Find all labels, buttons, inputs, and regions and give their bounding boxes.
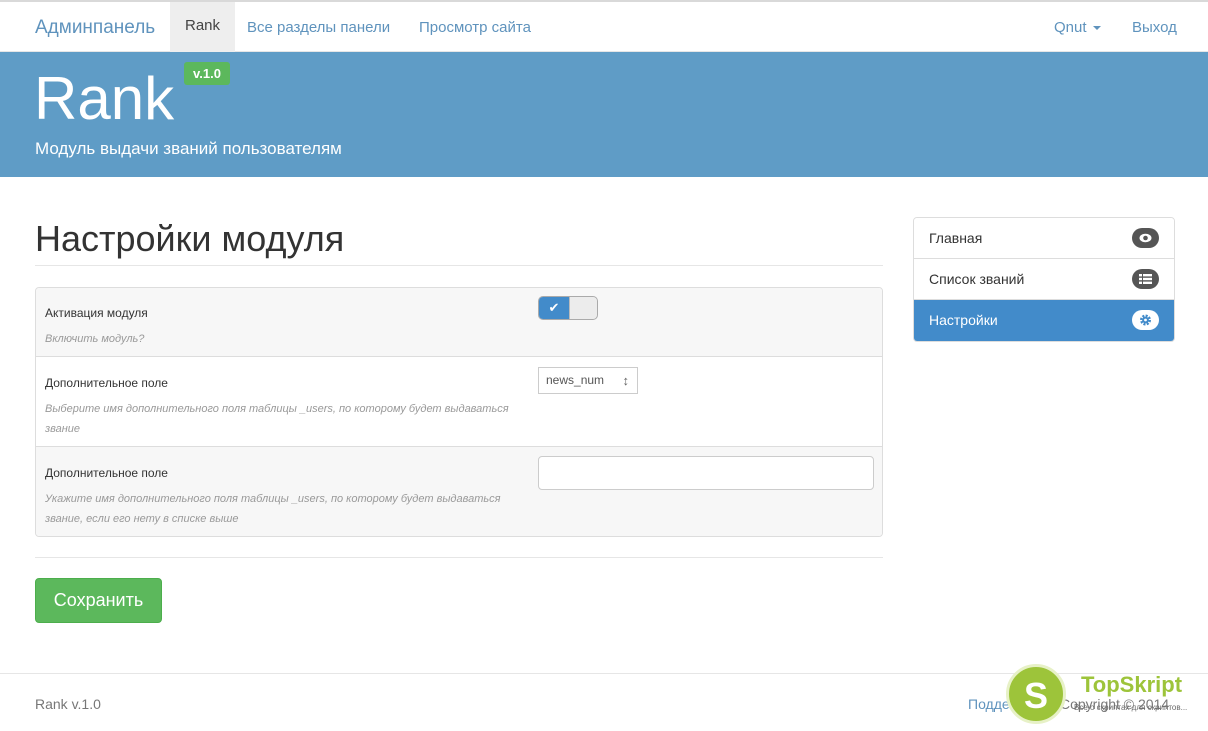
save-button[interactable]: Сохранить (35, 578, 162, 623)
watermark-tagline: Все о скриптах для скриптов... (1074, 703, 1188, 712)
settings-row-activation: Активация модуля Включить модуль? ✔ (36, 288, 882, 357)
sidebar-item-ranks[interactable]: Список званий (914, 259, 1174, 300)
form-divider (35, 557, 883, 558)
setting-hint: Выберите имя дополнительного поля таблиц… (45, 403, 509, 435)
select-value: news_num (546, 373, 605, 387)
setting-hint: Укажите имя дополнительного поля таблицы… (45, 493, 501, 525)
module-subtitle: Модуль выдачи званий пользователям (35, 139, 342, 158)
page-title: Настройки модуля (35, 218, 345, 259)
navbar-brand[interactable]: Админпанель (35, 17, 155, 39)
extra-field-select[interactable]: news_num ↕ (538, 367, 638, 394)
sidebar-item-main[interactable]: Главная (914, 218, 1174, 259)
gear-icon (1132, 310, 1159, 330)
updown-arrows-icon: ↕ (622, 373, 630, 388)
caret-down-icon (1092, 26, 1101, 31)
nav-item-all-sections[interactable]: Все разделы панели (247, 19, 390, 36)
user-name: Qnut (1054, 19, 1087, 36)
watermark-letter: S (1023, 675, 1048, 716)
nav-item-view-site[interactable]: Просмотр сайта (419, 19, 531, 36)
sidebar-item-label: Настройки (929, 312, 998, 328)
check-icon: ✔ (539, 297, 569, 319)
nav-item-rank[interactable]: Rank (170, 2, 236, 52)
title-divider (35, 265, 883, 266)
activation-toggle[interactable]: ✔ (538, 296, 598, 320)
sidebar-item-label: Главная (929, 230, 983, 246)
sidebar-item-label: Список званий (929, 271, 1025, 287)
setting-label: Дополнительное поле (45, 376, 168, 390)
sidebar-item-settings[interactable]: Настройки (914, 300, 1174, 341)
toggle-knob (569, 297, 597, 319)
watermark-name: TopSkript (1081, 672, 1183, 697)
page-header: Rank v.1.0 Модуль выдачи званий пользова… (0, 52, 1208, 177)
logout-link[interactable]: Выход (1132, 19, 1177, 36)
footer-support-link[interactable]: Подде (968, 696, 1010, 712)
list-icon (1132, 269, 1159, 289)
eye-icon (1132, 228, 1159, 248)
setting-label: Активация модуля (45, 306, 148, 320)
footer-version: Rank v.1.0 (35, 696, 101, 712)
watermark-logo: S (1006, 664, 1066, 724)
settings-row-field-select: Дополнительное поле Выберите имя дополни… (36, 357, 882, 447)
module-title: Rank (34, 65, 175, 132)
sidebar-menu: Главная Список званий Настройки (913, 217, 1175, 342)
top-navbar: Админпанель Rank Все разделы панели Прос… (0, 0, 1208, 52)
settings-row-field-input: Дополнительное поле Укажите имя дополнит… (36, 447, 882, 536)
user-menu[interactable]: Qnut (1054, 19, 1101, 36)
setting-hint: Включить модуль? (45, 333, 145, 345)
version-badge: v.1.0 (184, 62, 230, 85)
settings-panel: Активация модуля Включить модуль? ✔ Допо… (35, 287, 883, 537)
extra-field-input[interactable] (538, 456, 874, 490)
setting-label: Дополнительное поле (45, 466, 168, 480)
